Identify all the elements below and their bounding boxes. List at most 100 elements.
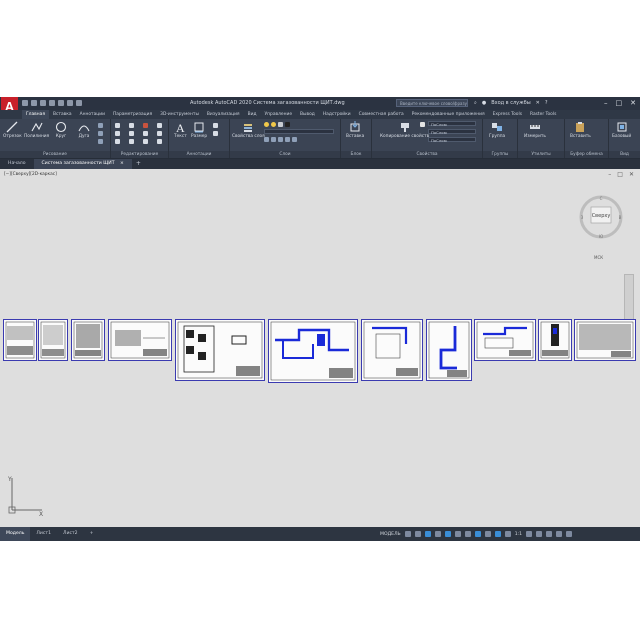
ortho-icon[interactable]: [424, 531, 431, 537]
exchange-icon[interactable]: ✕: [536, 100, 540, 106]
layer-color-icon[interactable]: [285, 122, 290, 127]
osnap-icon[interactable]: [444, 531, 451, 537]
help-icon[interactable]: ?: [545, 100, 548, 106]
viewport-controls-label[interactable]: [−][Сверху][2D-каркас]: [4, 172, 57, 177]
base-view-tool[interactable]: Базовый: [612, 121, 631, 139]
viewcube[interactable]: Сверху С Ю З В: [578, 192, 624, 242]
add-layout-button[interactable]: +: [84, 527, 100, 541]
explode-icon[interactable]: [157, 131, 162, 136]
text-tool[interactable]: A Текст: [174, 121, 187, 139]
table-icon[interactable]: [213, 131, 218, 136]
tab-home[interactable]: Главная: [22, 110, 49, 119]
layer-match-icon[interactable]: [264, 137, 269, 142]
selection-cycling-icon[interactable]: [484, 531, 491, 537]
layer-off-icon[interactable]: [292, 137, 297, 142]
user-icon[interactable]: ●: [482, 100, 486, 106]
array-icon[interactable]: [143, 139, 148, 144]
layer-properties-tool[interactable]: Свойства слоя: [232, 121, 265, 139]
copy-icon[interactable]: [115, 131, 120, 136]
line-tool[interactable]: Отрезок: [3, 121, 22, 139]
rectangle-icon[interactable]: [98, 123, 103, 128]
tab-insert[interactable]: Вставка: [49, 110, 76, 119]
layer-unlock-icon[interactable]: [278, 122, 283, 127]
block-group-title[interactable]: Блок: [341, 151, 371, 158]
measure-tool[interactable]: Измерить: [524, 121, 546, 139]
color-swatch-icon[interactable]: [420, 122, 425, 127]
layer-thaw-icon[interactable]: [271, 122, 276, 127]
scale-icon[interactable]: [129, 139, 134, 144]
tab-layout2[interactable]: Лист2: [57, 527, 84, 541]
polyline-tool[interactable]: Полилиния: [24, 121, 49, 139]
paste-tool[interactable]: Вставить: [570, 121, 591, 139]
erase-icon[interactable]: [157, 123, 162, 128]
new-tab-button[interactable]: +: [132, 159, 145, 169]
gradient-icon[interactable]: [98, 139, 103, 144]
annotation-visibility-icon[interactable]: [494, 531, 501, 537]
leader-icon[interactable]: [213, 123, 218, 128]
tab-express-tools[interactable]: Express Tools: [489, 110, 526, 119]
dimension-tool[interactable]: Размер: [191, 121, 207, 139]
view-group-title[interactable]: Вид: [609, 151, 640, 158]
tab-annotate[interactable]: Аннотации: [76, 110, 109, 119]
groups-group-title[interactable]: Группы: [483, 151, 517, 158]
layer-dropdown[interactable]: [264, 129, 334, 134]
workspace-gear-icon[interactable]: [526, 531, 533, 537]
open-icon[interactable]: [31, 100, 37, 106]
redo-icon[interactable]: [76, 100, 82, 106]
tab-visualize[interactable]: Визуализация: [203, 110, 244, 119]
close-tab-icon[interactable]: ×: [120, 161, 124, 166]
tab-output[interactable]: Вывод: [296, 110, 319, 119]
tab-start[interactable]: Начало: [0, 159, 34, 169]
maximize-icon[interactable]: □: [616, 99, 623, 107]
customization-menu-icon[interactable]: [566, 531, 573, 537]
polar-icon[interactable]: [434, 531, 441, 537]
tab-current-drawing[interactable]: Система загазованности ЩИТ ×: [33, 159, 132, 169]
save-icon[interactable]: [40, 100, 46, 106]
snap-icon[interactable]: [414, 531, 421, 537]
grid-icon[interactable]: [404, 531, 411, 537]
stretch-icon[interactable]: [115, 139, 120, 144]
search-input[interactable]: Введите ключевое слово/фразу: [396, 99, 468, 107]
save-as-icon[interactable]: [49, 100, 55, 106]
sign-in-link[interactable]: Вход в службы: [491, 100, 530, 106]
insert-block-tool[interactable]: Вставка: [346, 121, 364, 139]
annotation-scale[interactable]: 1:1: [515, 532, 522, 537]
tab-layout1[interactable]: Лист1: [30, 527, 57, 541]
annotation-monitor-icon[interactable]: [536, 531, 543, 537]
properties-group-title[interactable]: Свойства: [372, 151, 482, 158]
tab-raster-tools[interactable]: Raster Tools: [526, 110, 560, 119]
circle-tool[interactable]: Круг: [55, 121, 67, 139]
utilities-group-title[interactable]: Утилиты: [518, 151, 564, 158]
layer-isolate-icon[interactable]: [278, 137, 283, 142]
viewport-minimize-icon[interactable]: –: [608, 171, 611, 178]
tab-parametric[interactable]: Параметризация: [109, 110, 156, 119]
isolate-objects-icon[interactable]: [546, 531, 553, 537]
viewport-restore-icon[interactable]: □: [617, 171, 623, 178]
move-icon[interactable]: [115, 123, 120, 128]
fullscreen-icon[interactable]: [556, 531, 563, 537]
layer-freeze-icon[interactable]: [285, 137, 290, 142]
tab-featured-apps[interactable]: Рекомендованные приложения: [408, 110, 489, 119]
draw-group-title[interactable]: Рисование: [0, 151, 110, 158]
viewport-close-icon[interactable]: ✕: [629, 171, 634, 178]
autoscale-icon[interactable]: [504, 531, 511, 537]
mirror-icon[interactable]: [129, 131, 134, 136]
otrack-icon[interactable]: [454, 531, 461, 537]
lineweight-dropdown[interactable]: ПоСлою: [428, 129, 476, 135]
clipboard-group-title[interactable]: Буфер обмена: [565, 151, 608, 158]
layers-group-title[interactable]: Слои: [230, 151, 340, 158]
model-space-button[interactable]: МОДЕЛЬ: [380, 532, 401, 537]
tab-3d-tools[interactable]: 3D-инструменты: [156, 110, 203, 119]
modify-group-title[interactable]: Редактирование: [111, 151, 168, 158]
offset-icon[interactable]: [157, 139, 162, 144]
minimize-icon[interactable]: –: [604, 99, 608, 107]
new-icon[interactable]: [22, 100, 28, 106]
transparency-icon[interactable]: [474, 531, 481, 537]
search-icon[interactable]: ⌕: [474, 100, 477, 106]
rotate-icon[interactable]: [129, 123, 134, 128]
arc-tool[interactable]: Дуга: [78, 121, 90, 139]
layer-previous-icon[interactable]: [271, 137, 276, 142]
tab-model[interactable]: Модель: [0, 527, 31, 541]
tab-collaborate[interactable]: Совместная работа: [355, 110, 408, 119]
linetype-dropdown[interactable]: ПоСлою: [428, 137, 476, 143]
